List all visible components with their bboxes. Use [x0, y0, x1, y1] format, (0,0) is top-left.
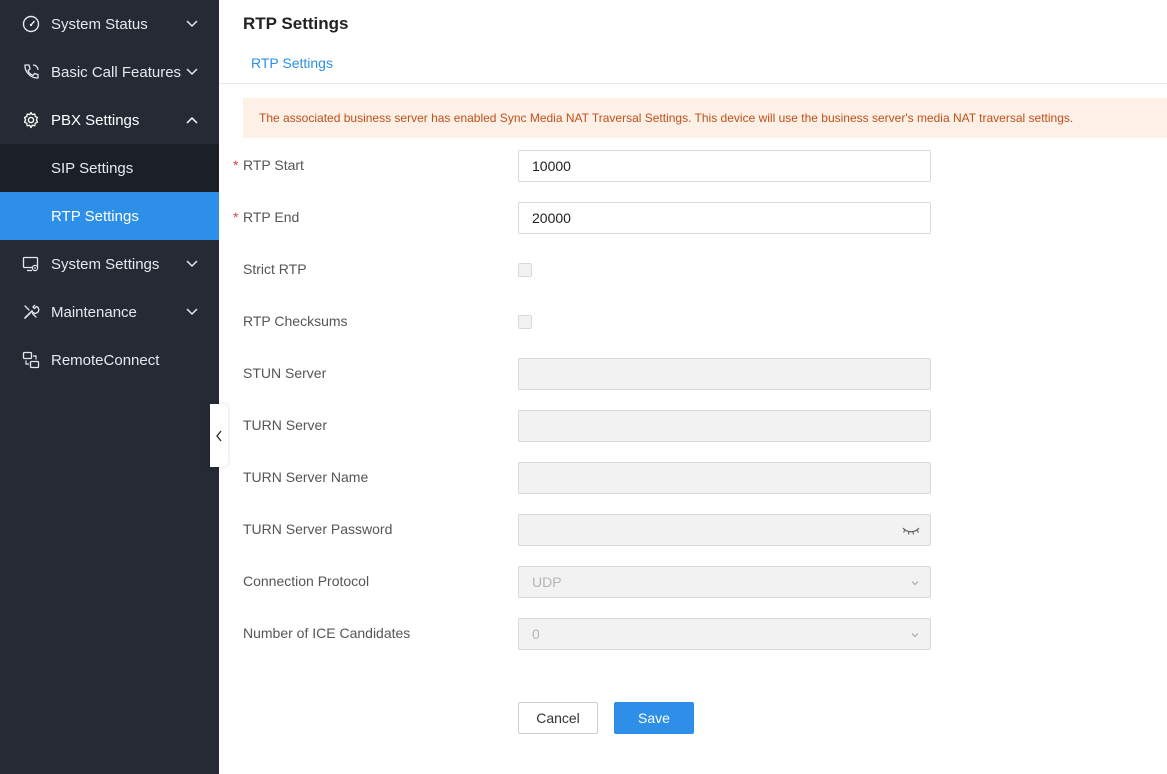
- form-row-turn-server: TURN Server: [243, 410, 943, 442]
- gauge-icon: [21, 14, 41, 34]
- chevron-down-icon: [186, 68, 198, 76]
- stun-server-input[interactable]: [518, 358, 931, 390]
- phone-icon: [21, 62, 41, 82]
- chevron-down-icon: [186, 308, 198, 316]
- eye-closed-icon[interactable]: [902, 523, 920, 537]
- sidebar-item-label: System Status: [51, 15, 148, 33]
- chevron-up-icon: [186, 116, 198, 124]
- connection-protocol-label: Connection Protocol: [243, 573, 370, 589]
- sidebar-item-system-settings[interactable]: System Settings: [0, 240, 219, 288]
- required-marker: *: [233, 209, 239, 225]
- turn-server-name-input[interactable]: [518, 462, 931, 494]
- form-row-ice-candidates: Number of ICE Candidates 0: [243, 618, 943, 650]
- form-row-turn-server-name: TURN Server Name: [243, 462, 943, 494]
- chevron-down-icon: [911, 633, 919, 638]
- tab-rtp-settings[interactable]: RTP Settings: [251, 55, 333, 71]
- save-button[interactable]: Save: [614, 702, 694, 734]
- sidebar-item-label: System Settings: [51, 255, 160, 273]
- page-title: RTP Settings: [243, 14, 349, 33]
- pbx-settings-submenu: SIP Settings RTP Settings: [0, 144, 219, 240]
- sidebar-item-pbx-settings[interactable]: PBX Settings: [0, 96, 219, 144]
- strict-rtp-label: Strict RTP: [243, 261, 307, 277]
- sidebar-item-system-status[interactable]: System Status: [0, 0, 219, 48]
- turn-server-password-input[interactable]: [518, 514, 931, 546]
- connection-protocol-select[interactable]: UDP: [518, 566, 931, 598]
- rtp-checksums-checkbox[interactable]: [518, 315, 532, 329]
- rtp-end-label: RTP End: [243, 209, 300, 225]
- form-row-rtp-start: * RTP Start 10000: [233, 150, 943, 182]
- strict-rtp-checkbox[interactable]: [518, 263, 532, 277]
- chevron-down-icon: [911, 581, 919, 586]
- turn-server-input[interactable]: [518, 410, 931, 442]
- ice-candidates-value: 0: [532, 626, 540, 642]
- rtp-start-input[interactable]: 10000: [518, 150, 931, 182]
- gear-icon: [21, 110, 41, 130]
- sidebar-item-sip-settings[interactable]: SIP Settings: [0, 144, 219, 192]
- ice-candidates-label: Number of ICE Candidates: [243, 625, 411, 641]
- turn-server-label: TURN Server: [243, 417, 328, 433]
- connection-protocol-value: UDP: [532, 574, 562, 590]
- required-marker: *: [233, 157, 239, 173]
- sidebar-item-maintenance[interactable]: Maintenance: [0, 288, 219, 336]
- main-content: RTP Settings RTP Settings The associated…: [219, 0, 1167, 774]
- tools-icon: [21, 302, 41, 322]
- tab-divider: [219, 83, 1167, 84]
- sidebar-item-label: PBX Settings: [51, 111, 140, 129]
- sidebar-item-basic-call-features[interactable]: Basic Call Features: [0, 48, 219, 96]
- form-row-connection-protocol: Connection Protocol UDP: [243, 566, 943, 598]
- form-row-rtp-end: * RTP End 20000: [233, 202, 943, 234]
- turn-server-name-label: TURN Server Name: [243, 469, 369, 485]
- form-row-rtp-checksums: RTP Checksums: [243, 306, 943, 338]
- rtp-start-label: RTP Start: [243, 157, 304, 173]
- form-row-turn-server-password: TURN Server Password: [243, 514, 943, 546]
- sidebar-item-rtp-settings[interactable]: RTP Settings: [0, 192, 219, 240]
- remote-connect-icon: [21, 350, 41, 370]
- turn-server-password-label: TURN Server Password: [243, 521, 393, 537]
- rtp-end-input[interactable]: 20000: [518, 202, 931, 234]
- cancel-button[interactable]: Cancel: [518, 702, 598, 734]
- sidebar: System Status Basic Call Features PBX Se…: [0, 0, 219, 774]
- chevron-down-icon: [186, 20, 198, 28]
- form-row-strict-rtp: Strict RTP: [243, 254, 943, 286]
- chevron-down-icon: [186, 260, 198, 268]
- sidebar-item-label: RemoteConnect: [51, 351, 160, 369]
- rtp-checksums-label: RTP Checksums: [243, 313, 348, 329]
- sidebar-item-label: Maintenance: [51, 303, 137, 321]
- stun-server-label: STUN Server: [243, 365, 327, 381]
- form-row-stun-server: STUN Server: [243, 358, 943, 390]
- monitor-gear-icon: [21, 254, 41, 274]
- ice-candidates-select[interactable]: 0: [518, 618, 931, 650]
- sync-notice-banner: The associated business server has enabl…: [243, 98, 1167, 138]
- sidebar-item-remoteconnect[interactable]: RemoteConnect: [0, 336, 219, 384]
- sidebar-item-label: Basic Call Features: [51, 63, 182, 81]
